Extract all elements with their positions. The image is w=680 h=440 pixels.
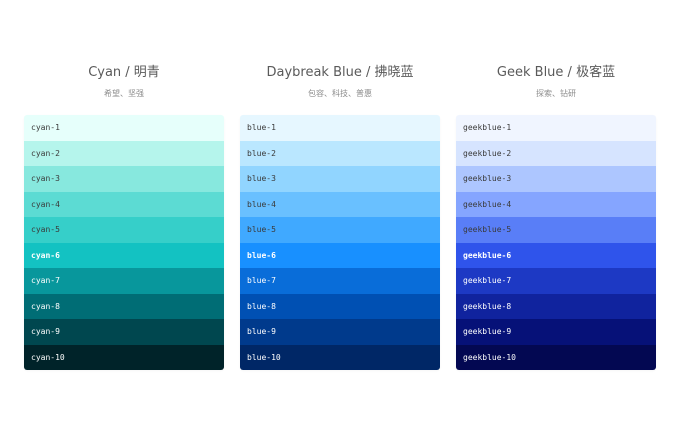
swatch-blue-3[interactable]: blue-3 (240, 166, 440, 192)
swatch-geekblue-4[interactable]: geekblue-4 (456, 191, 656, 217)
swatch-geekblue-7[interactable]: geekblue-7 (456, 268, 656, 294)
swatch-geekblue-2[interactable]: geekblue-2 (456, 140, 656, 166)
swatch-cyan-1[interactable]: cyan-1 (24, 115, 224, 141)
palette-geek-blue: Geek Blue / 极客蓝 探索、钻研 geekblue-1 geekblu… (456, 62, 656, 370)
swatch-blue-2[interactable]: blue-2 (240, 140, 440, 166)
palette-description: 探索、钻研 (536, 89, 576, 98)
palette-title: Daybreak Blue / 拂晓蓝 (266, 65, 414, 80)
swatch-cyan-3[interactable]: cyan-3 (24, 166, 224, 192)
swatch-blue-9[interactable]: blue-9 (240, 319, 440, 345)
swatch-blue-7[interactable]: blue-7 (240, 268, 440, 294)
swatch-cyan-5[interactable]: cyan-5 (24, 217, 224, 243)
palette-daybreak-blue: Daybreak Blue / 拂晓蓝 包容、科技、普惠 blue-1 blue… (240, 62, 440, 370)
palette-title: Cyan / 明青 (88, 65, 160, 80)
swatch-cyan-10[interactable]: cyan-10 (24, 344, 224, 370)
swatch-cyan-9[interactable]: cyan-9 (24, 319, 224, 345)
swatch-cyan-6[interactable]: cyan-6 (24, 242, 224, 268)
swatch-blue-1[interactable]: blue-1 (240, 115, 440, 141)
swatch-geekblue-1[interactable]: geekblue-1 (456, 115, 656, 141)
swatch-cyan-8[interactable]: cyan-8 (24, 293, 224, 319)
swatch-geekblue-5[interactable]: geekblue-5 (456, 217, 656, 243)
swatch-list: cyan-1 cyan-2 cyan-3 cyan-4 cyan-5 cyan-… (24, 115, 224, 370)
palette-cyan: Cyan / 明青 希望、坚强 cyan-1 cyan-2 cyan-3 cya… (24, 62, 224, 370)
swatch-geekblue-10[interactable]: geekblue-10 (456, 344, 656, 370)
swatch-blue-4[interactable]: blue-4 (240, 191, 440, 217)
swatch-blue-5[interactable]: blue-5 (240, 217, 440, 243)
swatch-list: geekblue-1 geekblue-2 geekblue-3 geekblu… (456, 115, 656, 370)
swatch-blue-8[interactable]: blue-8 (240, 293, 440, 319)
swatch-cyan-2[interactable]: cyan-2 (24, 140, 224, 166)
swatch-geekblue-3[interactable]: geekblue-3 (456, 166, 656, 192)
palette-description: 包容、科技、普惠 (308, 89, 372, 98)
swatch-cyan-7[interactable]: cyan-7 (24, 268, 224, 294)
swatch-geekblue-6[interactable]: geekblue-6 (456, 242, 656, 268)
swatch-blue-6[interactable]: blue-6 (240, 242, 440, 268)
swatch-geekblue-9[interactable]: geekblue-9 (456, 319, 656, 345)
swatch-blue-10[interactable]: blue-10 (240, 344, 440, 370)
swatch-list: blue-1 blue-2 blue-3 blue-4 blue-5 blue-… (240, 115, 440, 370)
palette-title: Geek Blue / 极客蓝 (496, 65, 616, 80)
swatch-cyan-4[interactable]: cyan-4 (24, 191, 224, 217)
swatch-geekblue-8[interactable]: geekblue-8 (456, 293, 656, 319)
palette-description: 希望、坚强 (104, 89, 144, 98)
